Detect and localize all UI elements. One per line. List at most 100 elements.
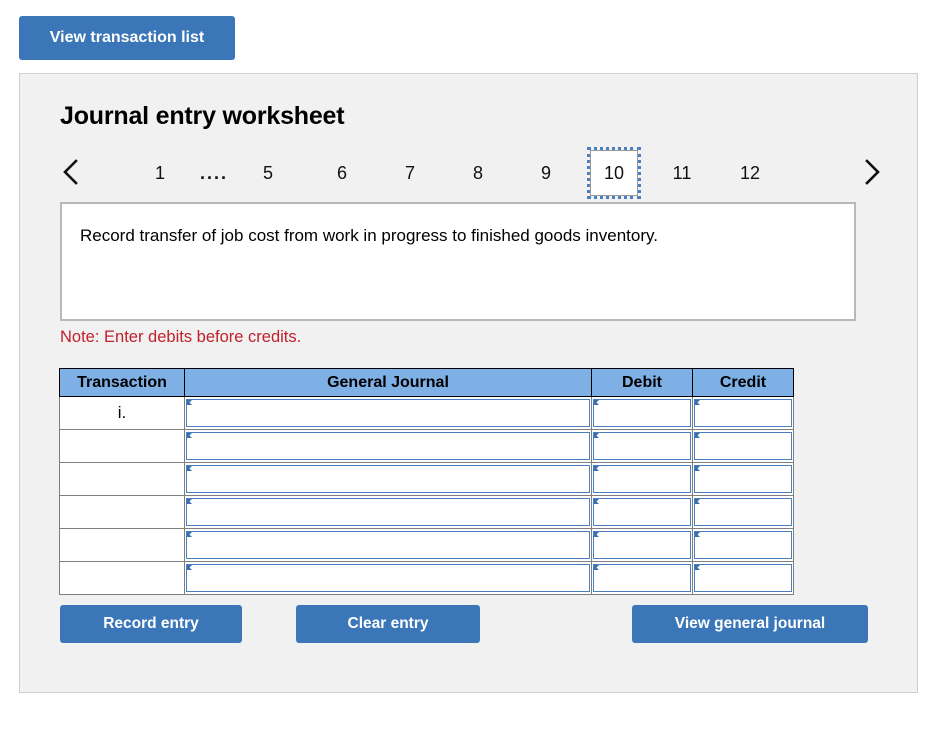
debits-before-credits-note: Note: Enter debits before credits.	[60, 328, 302, 346]
transaction-description-text: Record transfer of job cost from work in…	[80, 226, 658, 245]
credit-input-value	[695, 400, 791, 404]
page-tab-9[interactable]: 9	[524, 154, 568, 192]
chevron-left-icon	[61, 157, 81, 187]
page-tab-8[interactable]: 8	[456, 154, 500, 192]
debit-input-cell	[591, 561, 693, 595]
debit-input-wrapper	[592, 430, 692, 462]
credit-input-wrapper	[693, 496, 793, 528]
credit-input-cell	[692, 528, 794, 562]
credit-input-wrapper	[693, 529, 793, 561]
credit-input-value	[695, 532, 791, 536]
view-general-journal-button[interactable]: View general journal	[632, 605, 868, 643]
page-tab-5[interactable]: 5	[246, 154, 290, 192]
table-row	[59, 528, 794, 562]
general-journal-input-value	[187, 466, 589, 470]
table-row	[59, 561, 794, 595]
clear-entry-button[interactable]: Clear entry	[296, 605, 480, 643]
debit-input-wrapper	[592, 397, 692, 429]
credit-input[interactable]	[694, 465, 792, 493]
debit-input-cell	[591, 528, 693, 562]
credit-input-wrapper	[693, 397, 793, 429]
table-row: i.	[59, 396, 794, 430]
general-journal-input-value	[187, 433, 589, 437]
table-row	[59, 429, 794, 463]
general-journal-input-wrapper	[185, 496, 591, 528]
general-journal-input[interactable]	[186, 465, 590, 493]
page-tab-12[interactable]: 12	[728, 154, 772, 192]
worksheet-panel: Journal entry worksheet 1.... 5 6 7 8 9 10 11 12	[19, 73, 918, 693]
transaction-description-box: Record transfer of job cost from work in…	[60, 202, 856, 321]
general-journal-input-cell	[184, 495, 592, 529]
debit-input[interactable]	[593, 564, 691, 592]
general-journal-input-wrapper	[185, 397, 591, 429]
debit-input[interactable]	[593, 399, 691, 427]
page-tab-ellipsis[interactable]: ....	[192, 154, 236, 192]
credit-input-value	[695, 466, 791, 470]
debit-input-value	[594, 466, 690, 470]
column-header-credit: Credit	[692, 368, 794, 397]
debit-input-value	[594, 565, 690, 569]
credit-input-value	[695, 565, 791, 569]
general-journal-input[interactable]	[186, 399, 590, 427]
page-tab-1[interactable]: 1	[138, 154, 182, 192]
general-journal-input-value	[187, 400, 589, 404]
credit-input-wrapper	[693, 463, 793, 495]
debit-input[interactable]	[593, 465, 691, 493]
credit-input-wrapper	[693, 430, 793, 462]
transaction-cell: i.	[59, 396, 185, 430]
general-journal-input-value	[187, 532, 589, 536]
credit-input[interactable]	[694, 531, 792, 559]
page-tab-11[interactable]: 11	[660, 154, 704, 192]
page-tab-list: 1.... 5 6 7 8 9 10 11 12	[112, 144, 831, 202]
debit-input[interactable]	[593, 531, 691, 559]
table-row	[59, 495, 794, 529]
journal-entry-worksheet-screen: View transaction list Journal entry work…	[0, 0, 952, 742]
general-journal-input-wrapper	[185, 529, 591, 561]
debit-input-value	[594, 499, 690, 503]
credit-input[interactable]	[694, 432, 792, 460]
worksheet-pager: 1.... 5 6 7 8 9 10 11 12	[54, 144, 889, 202]
debit-input-wrapper	[592, 463, 692, 495]
transaction-cell	[59, 561, 185, 595]
debit-input[interactable]	[593, 432, 691, 460]
table-row	[59, 462, 794, 496]
general-journal-input-cell	[184, 429, 592, 463]
next-page-button[interactable]	[855, 152, 889, 192]
chevron-right-icon	[862, 157, 882, 187]
general-journal-input-wrapper	[185, 562, 591, 594]
credit-input[interactable]	[694, 399, 792, 427]
page-tab-7[interactable]: 7	[388, 154, 432, 192]
debit-input-cell	[591, 429, 693, 463]
transaction-cell	[59, 528, 185, 562]
transaction-cell	[59, 429, 185, 463]
debit-input-wrapper	[592, 529, 692, 561]
credit-input-value	[695, 433, 791, 437]
column-header-debit: Debit	[591, 368, 693, 397]
credit-input-cell	[692, 429, 794, 463]
credit-input[interactable]	[694, 564, 792, 592]
view-transaction-list-button[interactable]: View transaction list	[19, 16, 235, 60]
debit-input-wrapper	[592, 496, 692, 528]
general-journal-input[interactable]	[186, 531, 590, 559]
general-journal-input[interactable]	[186, 498, 590, 526]
general-journal-input[interactable]	[186, 564, 590, 592]
general-journal-input[interactable]	[186, 432, 590, 460]
previous-page-button[interactable]	[54, 152, 88, 192]
debit-input-value	[594, 532, 690, 536]
page-tab-10[interactable]: 10	[587, 147, 641, 199]
debit-input-value	[594, 433, 690, 437]
general-journal-input-cell	[184, 561, 592, 595]
credit-input-cell	[692, 396, 794, 430]
debit-input-cell	[591, 462, 693, 496]
debit-input[interactable]	[593, 498, 691, 526]
page-tab-6[interactable]: 6	[320, 154, 364, 192]
table-header-row: Transaction General Journal Debit Credit	[59, 368, 794, 397]
debit-input-cell	[591, 495, 693, 529]
column-header-general-journal: General Journal	[184, 368, 592, 397]
journal-entry-table: Transaction General Journal Debit Credit…	[59, 368, 794, 595]
column-header-transaction: Transaction	[59, 368, 185, 397]
credit-input-wrapper	[693, 562, 793, 594]
record-entry-button[interactable]: Record entry	[60, 605, 242, 643]
general-journal-input-value	[187, 499, 589, 503]
credit-input[interactable]	[694, 498, 792, 526]
